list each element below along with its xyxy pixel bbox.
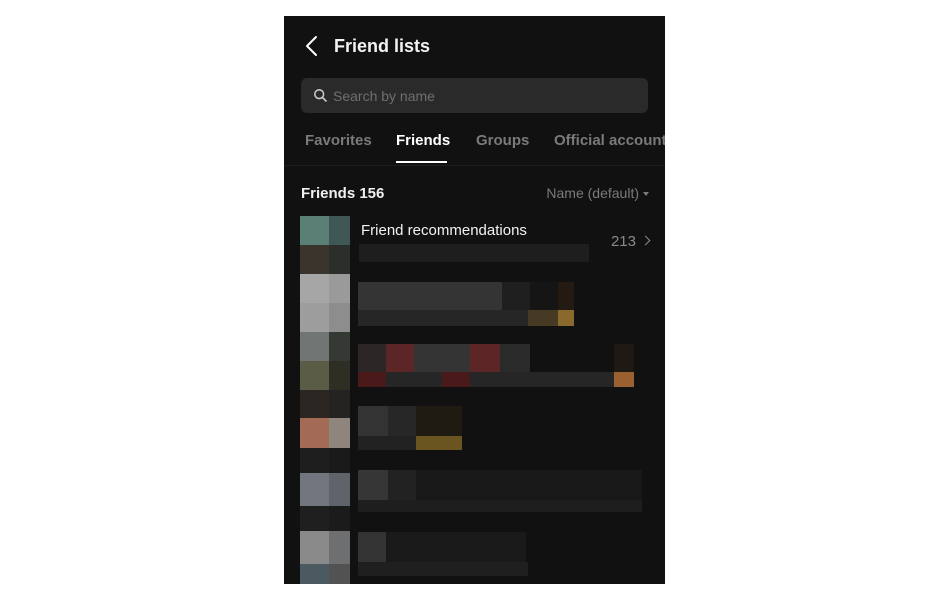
page-title: Friend lists	[334, 36, 431, 56]
list-item[interactable]	[284, 506, 665, 576]
search-icon	[313, 88, 327, 102]
tab-bar: Favorites Friends Groups Official accoun…	[284, 120, 665, 166]
tab-official-accounts[interactable]: Official accounts	[554, 132, 665, 149]
active-tab-indicator	[396, 161, 447, 163]
back-button[interactable]	[300, 33, 326, 59]
list-item[interactable]	[284, 448, 665, 512]
chevron-down-icon	[643, 192, 649, 197]
avatar	[300, 390, 350, 448]
recommendations-count: 213	[611, 233, 651, 250]
tab-groups[interactable]: Groups	[476, 132, 529, 149]
tab-friends[interactable]: Friends	[396, 132, 450, 149]
avatar	[300, 332, 350, 390]
list-item[interactable]	[284, 332, 665, 390]
friend-lists-screen: Friend lists Favorites Friends Groups Of…	[284, 16, 665, 584]
chevron-right-icon	[640, 235, 651, 245]
friend-recommendations-row[interactable]: Friend recommendations 213	[284, 216, 665, 274]
avatar	[300, 274, 350, 332]
sort-label: Name (default)	[546, 185, 639, 201]
search-input[interactable]	[333, 78, 633, 113]
list-item[interactable]	[284, 390, 665, 450]
back-arrow-icon	[306, 36, 317, 56]
tab-favorites[interactable]: Favorites	[305, 132, 372, 149]
friends-count-heading: Friends 156	[301, 185, 385, 202]
avatar	[300, 216, 350, 274]
avatar	[300, 564, 350, 584]
avatar	[300, 448, 350, 506]
list-item[interactable]	[284, 274, 665, 332]
sort-dropdown[interactable]: Name (default)	[546, 185, 649, 201]
header: Friend lists	[284, 16, 665, 76]
search-bar[interactable]	[301, 78, 648, 113]
pixelated-text	[359, 244, 589, 262]
avatar	[300, 506, 350, 564]
friend-recommendations-label: Friend recommendations	[361, 222, 527, 239]
